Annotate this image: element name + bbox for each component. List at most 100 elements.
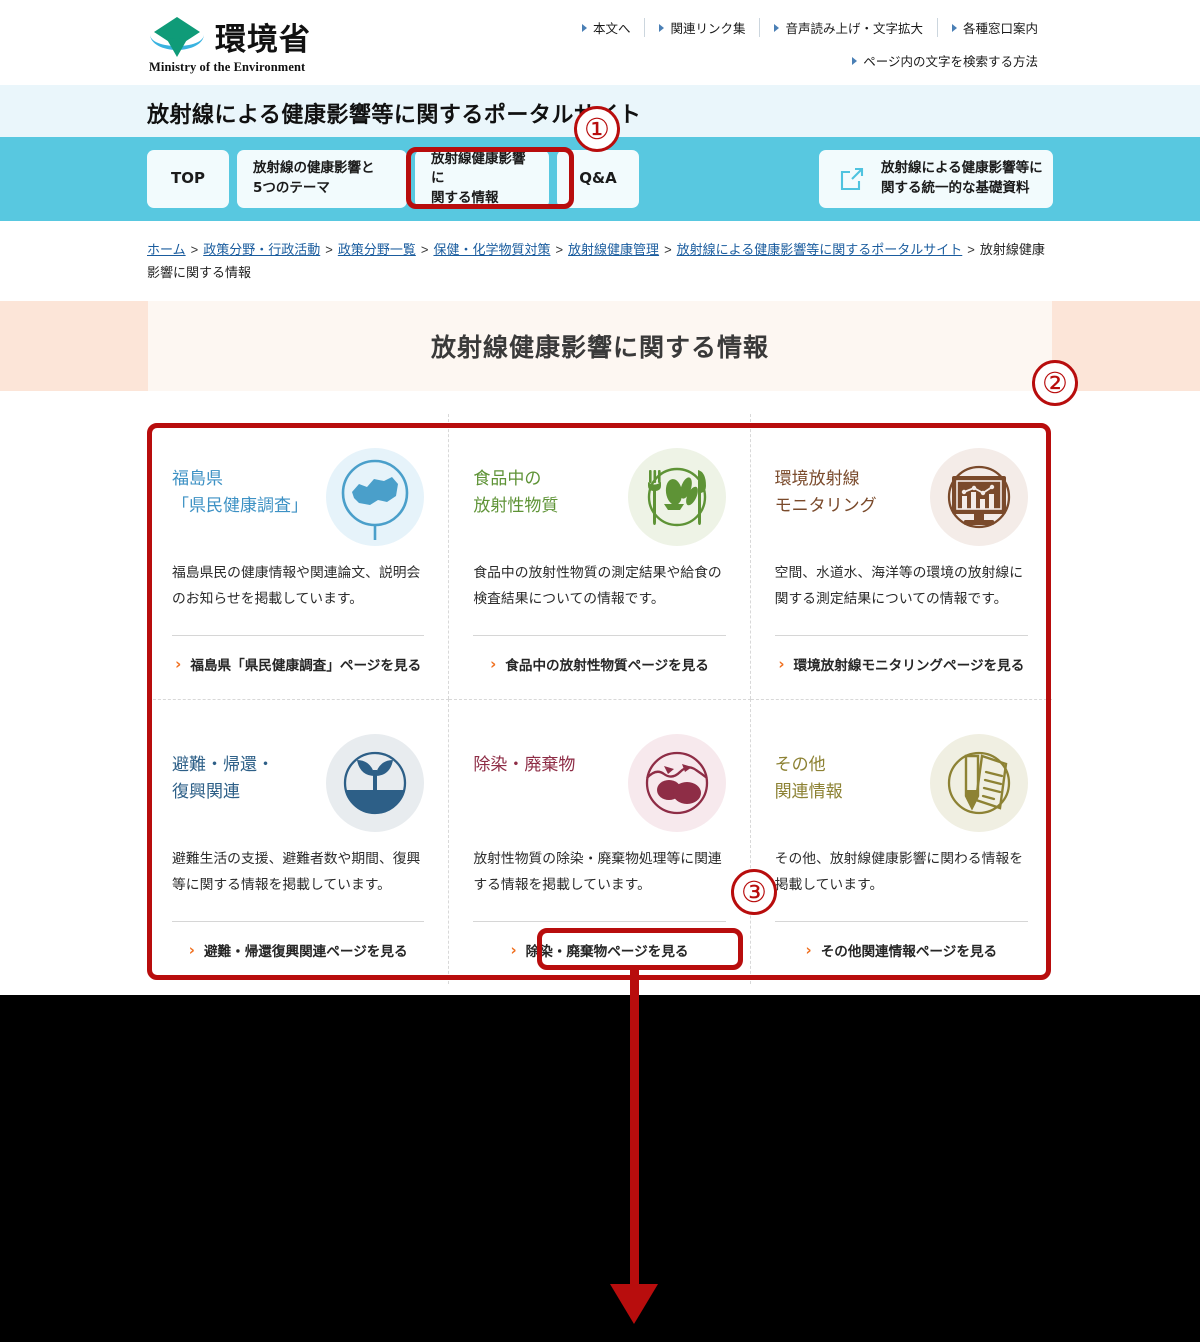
card-description: 福島県民の健康情報や関連論文、説明会のお知らせを掲載しています。 (172, 564, 421, 608)
card-head: 環境放射線 モニタリング (775, 447, 1028, 548)
card-title-line1: 食品中の (473, 468, 542, 489)
portal-site-title: 放射線による健康影響等に関するポータルサイト (147, 103, 642, 128)
annotation-marker-1: ① (574, 106, 620, 152)
card-title-line1: 避難・帰還・ (172, 754, 274, 775)
util-link-label: 音声読み上げ・文字拡大 (785, 22, 923, 36)
nav-tab-label-line1: 放射線の健康影響と (253, 160, 375, 177)
card-head: 食品中の 放射性物質 (473, 447, 726, 548)
card-link-decontamination-waste[interactable]: › 除染・廃棄物ページを見る (510, 940, 688, 960)
nav-tab-qa[interactable]: Q&A (557, 150, 639, 208)
card-title-line2: モニタリング (774, 496, 877, 517)
breadcrumb-item-health-chemicals[interactable]: 保健・化学物質対策 (433, 242, 550, 257)
card-food-radioactive[interactable]: 食品中の 放射性物質 食品中の放射性物質の測定結果や給食の検査結果についての情報… (449, 413, 751, 699)
annotation-arrow-stem (630, 968, 639, 1286)
breadcrumb-item-policy-list[interactable]: 政策分野一覧 (338, 242, 416, 257)
card-title-line2: 関連情報 (774, 782, 843, 803)
nav-external-resource-button[interactable]: 放射線による健康影響等に 関する統一的な基礎資料 (819, 150, 1053, 208)
triangle-right-icon (774, 23, 780, 32)
breadcrumb-item-radiation-health[interactable]: 放射線健康管理 (568, 242, 659, 257)
nav-external-label: 放射線による健康影響等に 関する統一的な基礎資料 (881, 159, 1043, 198)
blacked-out-region (0, 995, 1200, 1342)
card-link-row: › 除染・廃棄物ページを見る (473, 922, 725, 960)
util-link-search-help[interactable]: ページ内の文字を検索する方法 (838, 51, 1052, 70)
card-link-food-radioactive[interactable]: › 食品中の放射性物質ページを見る (490, 654, 709, 674)
card-link-row: › その他関連情報ページを見る (775, 922, 1028, 960)
fukushima-map-pin-icon (326, 447, 425, 546)
breadcrumb-separator: > (967, 242, 975, 257)
breadcrumb-separator: > (325, 242, 333, 257)
logo-row: 環境省 (147, 14, 311, 59)
card-title: その他 関連情報 (775, 734, 843, 807)
card-evacuation-return[interactable]: 避難・帰還・ 復興関連 避難生活の支援、避難者数や期間、復興等に関する情報を掲載… (148, 698, 450, 984)
card-link-environmental-monitoring[interactable]: › 環境放射線モニタリングページを見る (778, 654, 1024, 674)
card-link-row: › 食品中の放射性物質ページを見る (473, 636, 725, 674)
util-link-voice-zoom[interactable]: 音声読み上げ・文字拡大 (759, 18, 937, 37)
nav-tab-info[interactable]: 放射線健康影響に 関する情報 (415, 150, 549, 208)
card-title: 福島県 「県民健康調査」 (172, 448, 308, 521)
util-link-label: 本文へ (592, 22, 631, 36)
chevron-right-icon: › (490, 654, 497, 673)
site-logo[interactable]: 環境省 Ministry of the Environment (147, 14, 311, 75)
card-title-line1: 除染・廃棄物 (473, 754, 576, 775)
card-title: 除染・廃棄物 (473, 734, 575, 780)
breadcrumb-item-policy-admin[interactable]: 政策分野・行政活動 (203, 242, 320, 257)
external-link-icon (839, 166, 865, 192)
card-decontamination-waste[interactable]: 除染・廃棄物 放射性物質の除染・廃棄物処理等に関連する情報を掲載しています。 ›… (449, 698, 751, 984)
card-link-label: その他関連情報ページを見る (820, 944, 998, 961)
card-head: 除染・廃棄物 (473, 733, 726, 834)
nav-tab-label-line2: 関する情報 (431, 189, 499, 206)
food-plate-cutlery-icon (627, 447, 726, 546)
card-grid: 福島県 「県民健康調査」 福島県民の健康情報や関連論文、説明会のお知らせを掲載し… (148, 413, 1052, 984)
nav-external-label-line1: 放射線による健康影響等に (881, 160, 1043, 177)
nav-tab-label-line2: 5つのテーマ (253, 180, 330, 196)
breadcrumb-item-portal[interactable]: 放射線による健康影響等に関するポータルサイト (677, 242, 963, 257)
card-link-row: › 環境放射線モニタリングページを見る (775, 636, 1028, 674)
card-link-other-info[interactable]: › その他関連情報ページを見る (806, 940, 998, 960)
card-head: 福島県 「県民健康調査」 (172, 447, 425, 548)
triangle-right-icon (951, 23, 957, 32)
utility-nav-row-1: 本文へ 関連リンク集 音声読み上げ・文字拡大 各種窓口案内 (568, 18, 1052, 37)
card-fukushima-survey[interactable]: 福島県 「県民健康調査」 福島県民の健康情報や関連論文、説明会のお知らせを掲載し… (148, 413, 450, 699)
card-other-info[interactable]: その他 関連情報 その他、放射線健康影響に関わる情報を掲載しています。 › その… (750, 698, 1052, 984)
annotation-marker-3: ③ (731, 869, 777, 915)
util-link-contact[interactable]: 各種窓口案内 (936, 18, 1052, 37)
utility-navigation: 本文へ 関連リンク集 音声読み上げ・文字拡大 各種窓口案内 ページ内の文字を検索… (568, 18, 1052, 70)
card-grid-wrapper: 福島県 「県民健康調査」 福島県民の健康情報や関連論文、説明会のお知らせを掲載し… (0, 390, 1200, 984)
card-title-line2: 「県民健康調査」 (172, 496, 308, 517)
card-link-evacuation-return[interactable]: › 避難・帰還復興関連ページを見る (189, 940, 408, 960)
util-link-related[interactable]: 関連リンク集 (644, 18, 759, 37)
card-description: その他、放射線健康影響に関わる情報を掲載しています。 (774, 850, 1023, 894)
chevron-right-icon: › (188, 940, 195, 959)
waste-bags-icon (627, 733, 726, 832)
card-title: 避難・帰還・ 復興関連 (172, 734, 274, 807)
nav-tab-label: TOP (171, 169, 205, 188)
pen-document-icon (930, 733, 1028, 832)
breadcrumb-separator: > (420, 242, 429, 257)
nav-tab-top[interactable]: TOP (147, 150, 229, 208)
triangle-right-icon (852, 56, 858, 65)
breadcrumb-wrapper: ホーム > 政策分野・行政活動 > 政策分野一覧 > 保健・化学物質対策 > 放射線健康管理 > 放… (0, 221, 1200, 301)
card-description: 食品中の放射性物質の測定結果や給食の検査結果についての情報です。 (473, 564, 722, 608)
card-link-fukushima-survey[interactable]: › 福島県「県民健康調査」ページを見る (175, 654, 421, 674)
card-head: 避難・帰還・ 復興関連 (172, 733, 425, 834)
card-description: 空間、水道水、海洋等の環境の放射線に関する測定結果についての情報です。 (774, 564, 1023, 608)
site-header: 環境省 Ministry of the Environment 本文へ 関連リン… (0, 0, 1200, 85)
util-link-label: 関連リンク集 (670, 22, 746, 36)
annotation-marker-2: ② (1032, 360, 1078, 406)
card-environmental-monitoring[interactable]: 環境放射線 モニタリング 空間、水道水、海洋等の環境の放射線に関する測定結果につ… (751, 414, 1052, 699)
utility-nav-row-2: ページ内の文字を検索する方法 (568, 51, 1052, 70)
card-title: 環境放射線 モニタリング (775, 448, 877, 521)
annotation-arrow-head (610, 1284, 658, 1324)
util-link-honbun[interactable]: 本文へ (568, 18, 645, 37)
card-title-line2: 放射性物質 (473, 496, 559, 517)
breadcrumb-item-home[interactable]: ホーム (147, 242, 186, 257)
breadcrumb-separator: > (555, 242, 564, 257)
nav-tab-themes[interactable]: 放射線の健康影響と 5つのテーマ (237, 150, 407, 208)
card-link-label: 除染・廃棄物ページを見る (525, 944, 689, 961)
nav-external-label-line2: 関する統一的な基礎資料 (881, 180, 1030, 196)
card-description: 避難生活の支援、避難者数や期間、復興等に関する情報を掲載しています。 (172, 850, 421, 894)
card-description: 放射性物質の除染・廃棄物処理等に関連する情報を掲載しています。 (473, 850, 722, 894)
monitoring-chart-board-icon (930, 447, 1028, 546)
page-title: 放射線健康影響に関する情報 (430, 332, 769, 362)
sprout-plant-icon (326, 733, 425, 832)
